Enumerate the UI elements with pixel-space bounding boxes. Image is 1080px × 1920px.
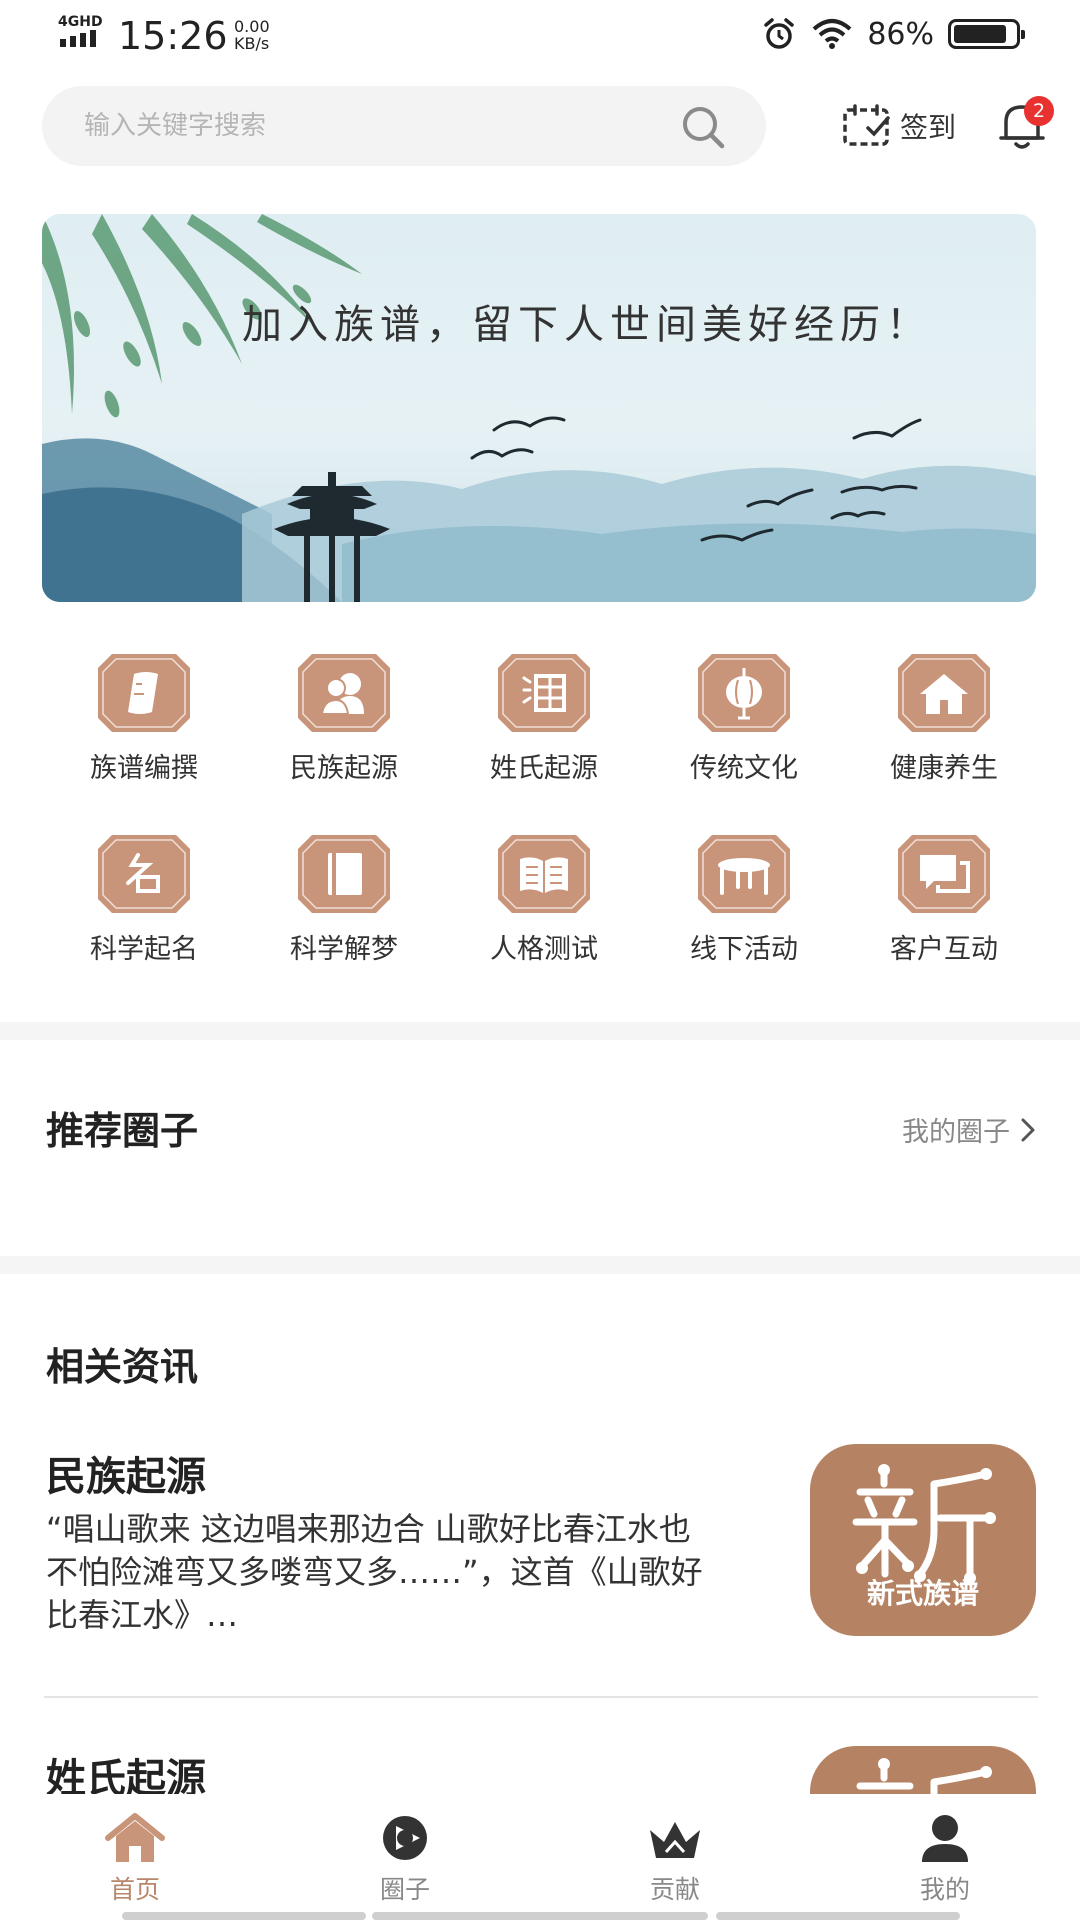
feature-surname-origin[interactable]: 姓氏起源 — [444, 654, 644, 785]
feature-label: 人格测试 — [490, 934, 598, 965]
network-speed: 0.00 KB/s — [234, 18, 270, 52]
wifi-icon — [812, 19, 852, 49]
network-type: 4GHD — [58, 14, 103, 30]
checkin-button[interactable]: 签到 — [842, 104, 956, 148]
lantern-icon — [698, 654, 790, 732]
feature-customer-interaction[interactable]: 客户互动 — [844, 835, 1044, 966]
thumbnail-caption: 新式族谱 — [866, 1577, 979, 1610]
chevron-right-icon — [1021, 1118, 1035, 1141]
feature-label: 族谱编撰 — [90, 753, 198, 784]
tab-label: 我的 — [919, 1875, 970, 1904]
calendar-check-icon — [843, 104, 890, 146]
feature-naming[interactable]: 科学起名 — [44, 835, 244, 966]
feature-label: 传统文化 — [690, 753, 798, 784]
my-circles-label: 我的圈子 — [902, 1117, 1010, 1148]
user-icon — [922, 1815, 968, 1862]
tab-label: 圈子 — [379, 1875, 430, 1904]
tab-contribution[interactable]: 贡献 — [540, 1794, 810, 1920]
table-icon — [698, 835, 790, 913]
house-icon — [898, 654, 990, 732]
my-circles-link[interactable]: 我的圈子 — [902, 1110, 1036, 1149]
gesture-bar — [372, 1912, 708, 1920]
status-indicators: 86% — [761, 16, 1025, 52]
feature-genealogy[interactable]: 族谱编撰 — [44, 654, 244, 785]
feature-label: 健康养生 — [890, 753, 998, 784]
tab-home[interactable]: 首页 — [0, 1794, 270, 1920]
book-icon — [298, 835, 390, 913]
news-thumbnail: 新式族谱 — [810, 1444, 1036, 1636]
clock: 15:26 — [118, 14, 228, 58]
tab-label: 贡献 — [649, 1875, 700, 1904]
signal-icon — [60, 30, 96, 47]
feature-label: 科学解梦 — [290, 934, 398, 965]
tab-profile[interactable]: 我的 — [810, 1794, 1080, 1920]
recommended-title: 推荐圈子 — [46, 1109, 199, 1153]
notification-badge: 2 — [1024, 96, 1054, 126]
tab-label: 首页 — [109, 1875, 160, 1904]
feature-personality-test[interactable]: 人格测试 — [444, 835, 644, 966]
tab-circles[interactable]: 圈子 — [270, 1794, 540, 1920]
news-divider — [44, 1696, 1038, 1698]
landscape-illustration — [42, 214, 1036, 602]
battery-icon — [948, 19, 1025, 49]
open-book-icon — [498, 835, 590, 913]
section-divider — [0, 1022, 1080, 1040]
people-icon — [298, 654, 390, 732]
chat-icon — [898, 835, 990, 913]
section-divider — [0, 1256, 1080, 1274]
battery-fill — [954, 25, 1006, 43]
search-icon[interactable] — [680, 104, 726, 150]
speed-unit: KB/s — [234, 34, 270, 53]
speed-value: 0.00 — [234, 17, 270, 36]
crown-icon — [650, 1822, 700, 1858]
feature-offline-events[interactable]: 线下活动 — [644, 835, 844, 966]
status-bar: 4GHD 15:26 0.00 KB/s 86% — [0, 0, 1080, 72]
feature-ethnic-origin[interactable]: 民族起源 — [244, 654, 444, 785]
battery-percent: 86% — [867, 16, 934, 52]
feature-label: 客户互动 — [890, 934, 998, 965]
app-screen: 4GHD 15:26 0.00 KB/s 86% 输入关键字搜索 签到 2 加入… — [0, 0, 1080, 1920]
news-thumbnail — [810, 1746, 1036, 1794]
feature-label: 线下活动 — [690, 934, 798, 965]
gesture-bar — [716, 1912, 960, 1920]
news-item[interactable]: 民族起源 “唱山歌来 这边唱来那边合 山歌好比春江水也 不怕险滩弯又多喽弯又多…… — [46, 1444, 1036, 1637]
feature-label: 姓氏起源 — [490, 753, 598, 784]
xin-logo-icon — [856, 1758, 992, 1794]
surname-seal-icon — [498, 654, 590, 732]
alarm-icon — [764, 18, 795, 49]
gesture-bar — [122, 1912, 366, 1920]
feature-label: 科学起名 — [90, 934, 198, 965]
bottom-tab-bar: 首页 圈子 贡献 我的 — [0, 1794, 1080, 1920]
feature-traditional-culture[interactable]: 传统文化 — [644, 654, 844, 785]
feature-grid: 族谱编撰 民族起源 姓氏起源 传统文化 健康养生 科学起名 科学解梦 人格测试 … — [44, 654, 1044, 966]
promo-banner[interactable]: 加入族谱，留下人世间美好经历！ — [42, 214, 1036, 602]
search-input[interactable] — [84, 86, 644, 166]
banner-slogan: 加入族谱，留下人世间美好经历！ — [242, 302, 932, 348]
feature-dream[interactable]: 科学解梦 — [244, 835, 444, 966]
news-section-title: 相关资讯 — [46, 1345, 199, 1389]
checkin-label: 签到 — [900, 111, 957, 144]
scroll-icon — [98, 654, 190, 732]
feature-health[interactable]: 健康养生 — [844, 654, 1044, 785]
search-bar[interactable] — [42, 86, 766, 166]
feature-label: 民族起源 — [290, 753, 398, 784]
news-item-summary: “唱山歌来 这边唱来那边合 山歌好比春江水也 不怕险滩弯又多喽弯又多……”，这首… — [46, 1510, 703, 1634]
name-character-icon — [98, 835, 190, 913]
home-icon — [105, 1813, 165, 1862]
circle-play-icon — [383, 1816, 427, 1860]
